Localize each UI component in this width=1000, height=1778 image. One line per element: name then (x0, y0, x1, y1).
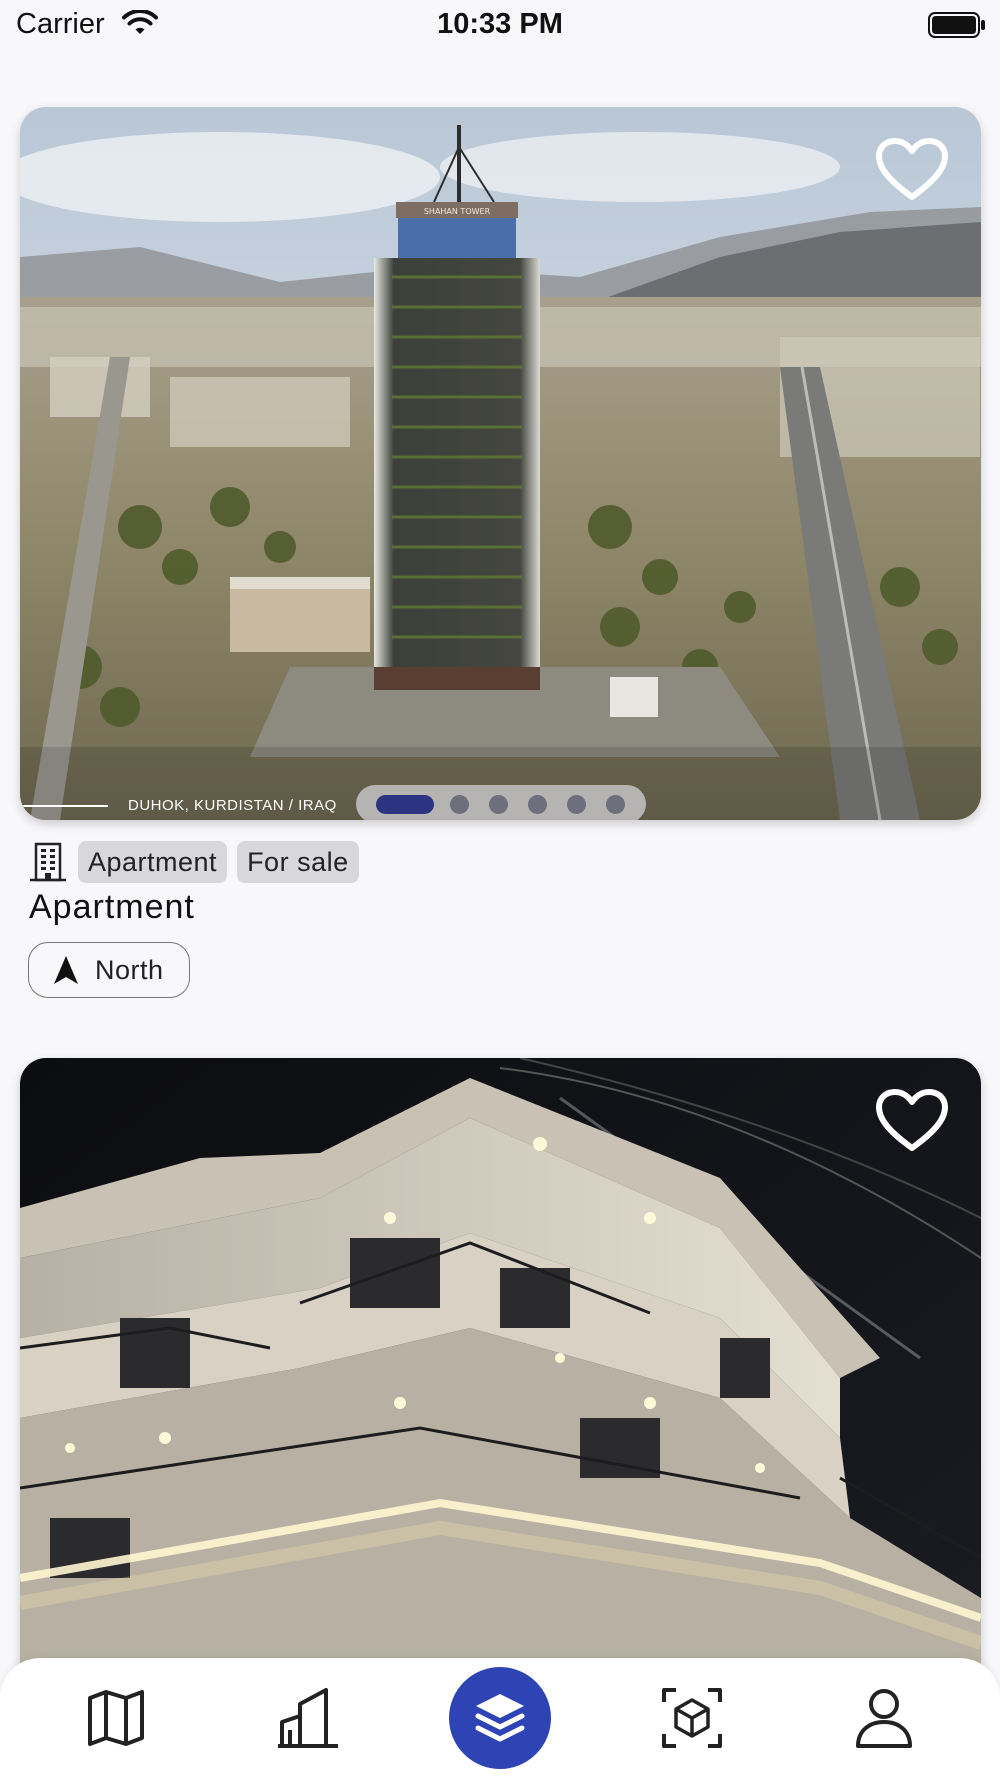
tab-3d-view[interactable] (592, 1658, 792, 1778)
direction-label: North (95, 954, 164, 985)
buildings-icon (278, 1688, 338, 1748)
tab-profile[interactable] (784, 1658, 984, 1778)
clock-label: 10:33 PM (437, 8, 563, 40)
listings-screen: Carrier 10:33 PM SHAHAN TOWER DUHOK, KUR… (0, 0, 1000, 1778)
navigation-arrow-icon (54, 956, 78, 984)
photo-location-caption: DUHOK, KURDISTAN / IRAQ (128, 797, 337, 814)
listing-photo-carousel[interactable]: SHAHAN TOWER DUHOK, KURDISTAN / IRAQ (20, 107, 981, 820)
tab-active-indicator (449, 1667, 551, 1769)
caption-line (20, 805, 108, 807)
bottom-tab-bar (0, 1658, 1000, 1778)
tab-layers[interactable] (400, 1658, 600, 1778)
direction-chip: North (28, 942, 190, 998)
map-icon (88, 1690, 144, 1746)
page-dot[interactable] (528, 795, 547, 814)
tower-sign: SHAHAN TOWER (424, 207, 491, 216)
tower-aerial-photo: SHAHAN TOWER (20, 107, 981, 820)
tab-properties[interactable] (208, 1658, 408, 1778)
page-dot[interactable] (489, 795, 508, 814)
page-dot[interactable] (567, 795, 586, 814)
tab-map[interactable] (16, 1658, 216, 1778)
layers-icon (475, 1694, 525, 1742)
page-dot-active[interactable] (376, 795, 434, 814)
carousel-page-indicator[interactable] (356, 785, 646, 820)
battery-icon (928, 12, 985, 38)
listing-tags-row: Apartment For sale (28, 840, 359, 884)
listing-title[interactable]: Apartment (29, 888, 195, 927)
page-dot[interactable] (450, 795, 469, 814)
page-dot[interactable] (606, 795, 625, 814)
status-bar: Carrier 10:33 PM (0, 0, 1000, 52)
profile-icon (856, 1689, 912, 1748)
building-icon (30, 842, 66, 882)
favorite-heart-icon[interactable] (875, 1088, 949, 1154)
offer-type-chip: For sale (237, 841, 359, 883)
property-type-chip: Apartment (78, 841, 228, 883)
3d-cube-icon (662, 1688, 722, 1748)
favorite-heart-icon[interactable] (875, 137, 949, 203)
